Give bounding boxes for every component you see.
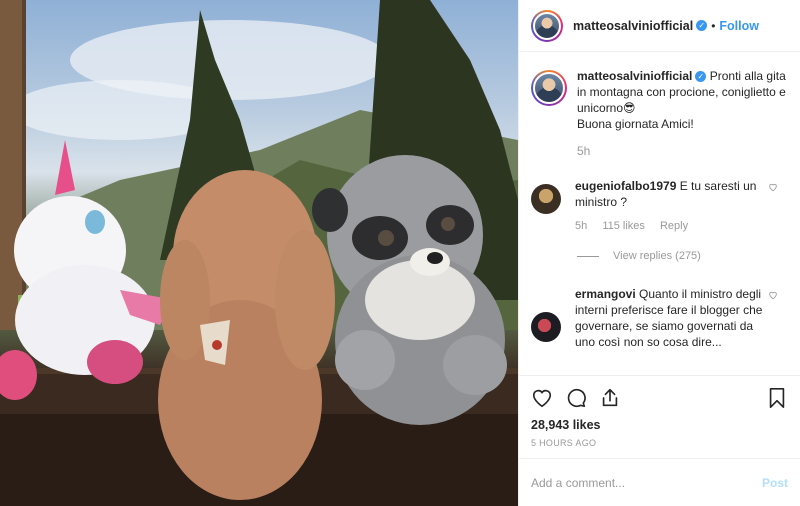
commenter-username[interactable]: ermangovi: [575, 287, 636, 301]
caption: matteosalviniofficial ✓ Pronti alla gita …: [531, 68, 788, 158]
commenter-avatar[interactable]: [531, 312, 561, 342]
post-comment-button[interactable]: Post: [762, 476, 788, 490]
heart-icon[interactable]: [531, 387, 553, 409]
post-side-panel: matteosalviniofficial ✓ • Follow matteos…: [518, 0, 800, 506]
post-photo[interactable]: [0, 0, 518, 506]
comment-icon[interactable]: [565, 387, 587, 409]
caption-text: matteosalviniofficial ✓ Pronti alla gita …: [577, 68, 787, 132]
comment-meta: 5h 115 likes Reply: [575, 220, 775, 232]
comment-like-heart-icon[interactable]: [768, 182, 778, 192]
caption-username[interactable]: matteosalviniofficial: [577, 69, 692, 83]
reply-button[interactable]: Reply: [660, 220, 688, 232]
comment-item: ermangovi Quanto il ministro degli inter…: [531, 286, 788, 350]
comment-time[interactable]: 5h: [575, 220, 587, 232]
comment-item: eugeniofalbo1979 E tu saresti un ministr…: [531, 178, 788, 232]
commenter-username[interactable]: eugeniofalbo1979: [575, 179, 676, 193]
verified-badge-icon: ✓: [696, 20, 708, 31]
post-actions: 28,943 likes 5 HOURS AGO: [519, 375, 800, 458]
comment-likes[interactable]: 115 likes: [602, 220, 645, 232]
action-icons: [531, 384, 788, 412]
stuffed-animals-image: [0, 0, 518, 506]
share-icon[interactable]: [599, 387, 621, 409]
post-timestamp[interactable]: 5 HOURS AGO: [531, 438, 788, 458]
add-comment-bar: Post: [519, 458, 800, 506]
view-replies-button[interactable]: View replies (275): [577, 250, 788, 262]
bookmark-icon[interactable]: [766, 387, 788, 409]
caption-line-2: Buona giornata Amici!: [577, 117, 694, 131]
author-avatar[interactable]: [531, 9, 563, 42]
view-replies-label: View replies (275): [613, 250, 701, 262]
comment-text: eugeniofalbo1979 E tu saresti un ministr…: [575, 178, 775, 210]
follow-button[interactable]: Follow: [719, 19, 759, 33]
caption-time[interactable]: 5h: [577, 144, 787, 158]
instagram-post: matteosalviniofficial ✓ • Follow matteos…: [0, 0, 800, 506]
verified-badge-icon: ✓: [695, 71, 707, 83]
add-comment-input[interactable]: [531, 475, 762, 490]
author-username[interactable]: matteosalviniofficial: [573, 19, 693, 33]
post-header: matteosalviniofficial ✓ • Follow: [519, 0, 800, 52]
likes-count[interactable]: 28,943 likes: [531, 418, 788, 432]
caption-avatar[interactable]: [531, 70, 567, 106]
comment-text: ermangovi Quanto il ministro degli inter…: [575, 286, 775, 350]
comment-like-heart-icon[interactable]: [768, 290, 778, 300]
commenter-avatar[interactable]: [531, 184, 561, 214]
separator-dot: •: [711, 18, 716, 33]
comments-section: matteosalviniofficial ✓ Pronti alla gita …: [519, 52, 800, 375]
